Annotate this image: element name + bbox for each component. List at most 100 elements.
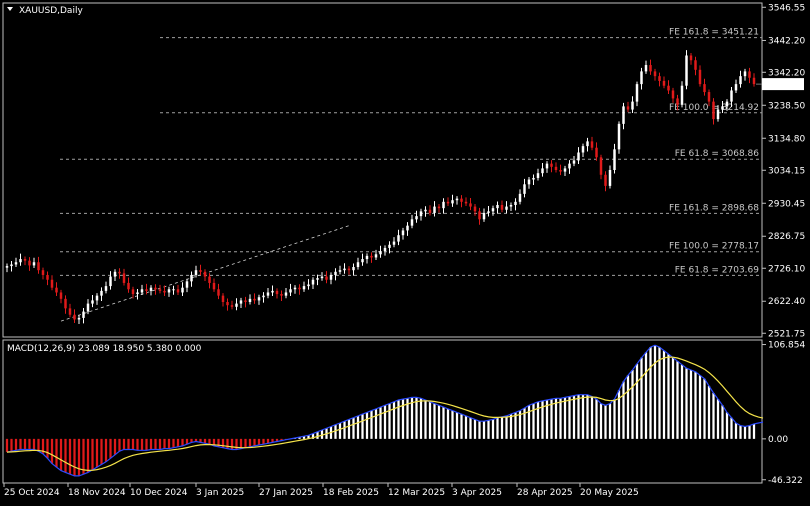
candle-body: [680, 85, 684, 105]
candle-body: [379, 251, 382, 255]
candle-body: [73, 314, 76, 320]
candle-body: [19, 259, 22, 263]
candle-body: [595, 147, 598, 158]
candle-body: [599, 157, 603, 175]
price-tick-label: 2826.75: [768, 232, 805, 242]
x-tick-label: 18 Feb 2025: [323, 488, 379, 498]
candle-body: [397, 235, 400, 242]
price-tick-label: 2726.10: [768, 264, 805, 274]
candle-body: [329, 274, 333, 280]
candle-body: [406, 225, 409, 231]
macd-header: MACD(12,26,9) 23.089 18.950 5.380 0.000: [7, 344, 202, 354]
candle-body: [257, 297, 261, 301]
candle-body: [100, 290, 103, 296]
price-tick-label: 3034.15: [768, 166, 805, 176]
candle-body: [253, 298, 256, 301]
candle-body: [280, 294, 283, 296]
candle-body: [392, 241, 396, 245]
candle-body: [64, 298, 67, 309]
candle-body: [491, 208, 495, 212]
triangle-down-icon[interactable]: [7, 7, 13, 11]
candle-body: [190, 274, 193, 282]
x-tick-label: 28 Apr 2025: [517, 488, 573, 498]
candle-body: [428, 209, 432, 213]
candle-body: [473, 206, 477, 212]
candle-body: [41, 270, 45, 275]
candle-body: [37, 262, 40, 271]
candle-body: [464, 201, 468, 204]
candle-body: [325, 276, 328, 280]
candle-body: [748, 71, 751, 78]
candle-body: [298, 287, 301, 290]
candle-body: [577, 152, 580, 161]
candle-body: [617, 123, 621, 150]
candle-body: [95, 295, 99, 301]
candle-body: [343, 268, 346, 271]
window-title: XAUUSD,Daily: [19, 6, 83, 16]
candle-body: [262, 295, 265, 298]
price-tick-label: 2521.75: [768, 329, 805, 339]
x-tick-label: 27 Jan 2025: [259, 488, 313, 498]
price-tick-label: 3342.20: [768, 68, 805, 78]
candle-body: [716, 109, 720, 120]
candle-body: [154, 287, 157, 290]
candle-body: [707, 92, 711, 102]
fib-label: FE 61.8 = 2703.69: [675, 265, 760, 275]
candle-body: [415, 216, 418, 220]
candle-body: [662, 80, 666, 86]
candle-body: [685, 55, 688, 86]
candle-body: [185, 281, 189, 288]
candle-body: [667, 85, 670, 91]
candle-body: [608, 170, 612, 186]
candle-body: [145, 289, 148, 291]
candle-body: [5, 266, 9, 268]
candle-body: [284, 292, 288, 296]
candle-body: [581, 146, 585, 153]
candle-body: [23, 259, 27, 261]
candle-body: [478, 211, 481, 220]
candle-body: [77, 317, 81, 320]
candle-body: [469, 203, 472, 207]
macd-tick-label: 106.854: [768, 341, 805, 351]
candle-body: [113, 271, 117, 277]
candle-body: [127, 282, 130, 290]
candle-body: [320, 276, 324, 279]
candle-body: [424, 209, 427, 212]
candle-body: [721, 106, 724, 110]
x-tick-label: 3 Apr 2025: [452, 488, 502, 498]
candle-body: [388, 244, 391, 248]
candle-body: [244, 300, 247, 303]
candle-body: [163, 290, 166, 293]
candle-body: [217, 289, 220, 296]
candle-body: [118, 271, 121, 274]
candle-body: [446, 201, 450, 204]
candle-body: [482, 212, 486, 220]
candle-body: [689, 55, 693, 61]
macd-panel-frame: [2, 339, 763, 484]
candle-body: [140, 289, 144, 293]
candle-body: [226, 302, 229, 306]
candle-body: [410, 219, 414, 226]
candle-body: [311, 279, 315, 285]
candle-body: [433, 206, 436, 213]
candle-body: [248, 298, 252, 303]
candle-body: [644, 65, 648, 72]
candle-body: [91, 300, 94, 304]
fib-label: FE 61.8 = 3068.86: [675, 149, 760, 159]
price-tick-label: 2622.40: [768, 297, 805, 307]
candle-body: [518, 193, 522, 202]
candle-body: [266, 292, 270, 296]
price-tick-label: 2930.45: [768, 199, 805, 209]
chart-frames: [2, 2, 763, 484]
candle-body: [523, 184, 526, 194]
candle-body: [172, 289, 175, 291]
candle-body: [14, 262, 18, 265]
candle-body: [676, 98, 679, 105]
candle-body: [194, 270, 198, 275]
price-chart[interactable]: FE 161.8 = 3451.21FE 100.0 = 3214.92FE 6…: [0, 0, 810, 506]
candle-body: [532, 177, 535, 180]
candle-body: [374, 254, 378, 258]
candle-body: [383, 247, 387, 252]
candle-body: [221, 295, 225, 303]
candle-body: [730, 90, 733, 102]
